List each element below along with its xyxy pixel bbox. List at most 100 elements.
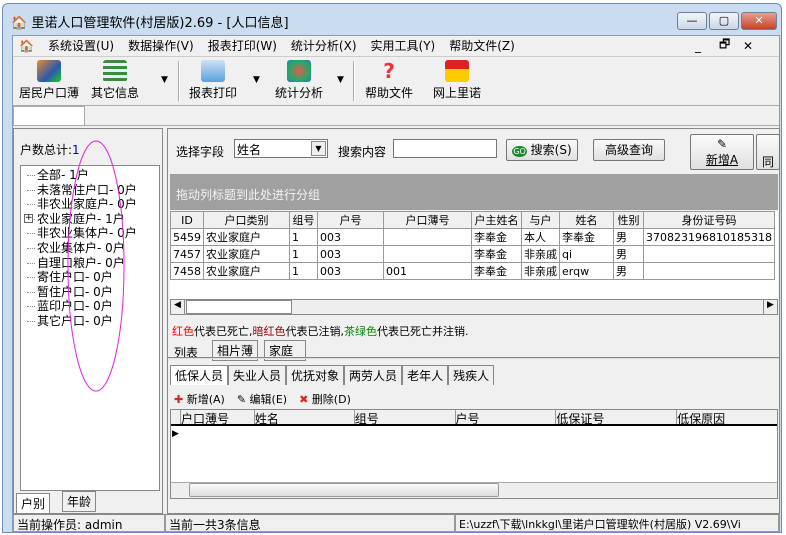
field-select[interactable]: 姓名 ▼ bbox=[234, 139, 328, 158]
sub-add-button[interactable]: ✚ 新增(A) bbox=[174, 391, 225, 407]
table-cell[interactable]: 李奉金 bbox=[471, 262, 522, 280]
table-cell[interactable]: 003 bbox=[317, 262, 384, 280]
table-cell[interactable]: erqw bbox=[559, 262, 614, 280]
scroll-thumb[interactable] bbox=[189, 483, 499, 497]
column-header[interactable]: 户号 bbox=[317, 211, 384, 229]
close-button[interactable]: ✕ bbox=[741, 12, 777, 30]
column-header[interactable]: 户口薄号 bbox=[383, 211, 472, 229]
search-button[interactable]: GO 搜索(S) bbox=[506, 139, 578, 161]
table-row[interactable]: 7458 农业家庭户 1 003 001 李奉金 非亲戚 erqw 男 bbox=[170, 262, 775, 280]
menu-system[interactable]: 系统设置(U) bbox=[48, 37, 114, 54]
table-cell[interactable]: 001 bbox=[383, 262, 472, 280]
table-cell[interactable]: 李奉金 bbox=[471, 228, 522, 246]
other-info-button[interactable]: 其它信息 bbox=[91, 60, 139, 101]
same-household-button[interactable]: 同户 bbox=[756, 134, 780, 170]
table-cell[interactable]: 1 bbox=[289, 228, 318, 246]
column-header[interactable]: 身份证号码 bbox=[643, 211, 775, 229]
horizontal-scrollbar[interactable]: ◀ ▶ bbox=[170, 299, 778, 315]
tab-age[interactable]: 年龄 bbox=[62, 491, 97, 512]
mdi-close[interactable]: ✕ bbox=[743, 39, 753, 53]
mdi-minimize[interactable]: _ bbox=[695, 39, 701, 53]
table-cell[interactable] bbox=[643, 245, 775, 263]
sub-delete-button[interactable]: ✖ 删除(D) bbox=[299, 391, 351, 407]
table-cell[interactable]: 1 bbox=[289, 245, 318, 263]
menu-help[interactable]: 帮助文件(Z) bbox=[449, 37, 515, 54]
table-cell[interactable]: 370823196810185318 bbox=[643, 228, 775, 246]
search-input[interactable] bbox=[393, 139, 497, 158]
stats-dropdown[interactable]: ▼ bbox=[337, 75, 344, 85]
table-row[interactable]: 5459 农业家庭户 1 003 李奉金 本人 李奉金男 370823196810185318 bbox=[170, 228, 775, 246]
menu-tools[interactable]: 实用工具(Y) bbox=[371, 37, 436, 54]
col-header[interactable]: 户号 bbox=[456, 410, 557, 426]
table-cell[interactable]: 农业家庭户 bbox=[203, 262, 290, 280]
table-cell[interactable]: 男 bbox=[613, 228, 644, 246]
table-cell[interactable] bbox=[643, 262, 775, 280]
column-header[interactable]: 户主姓名 bbox=[471, 211, 522, 229]
advanced-search-button[interactable]: 高级查询 bbox=[593, 139, 665, 161]
minimize-button[interactable]: — bbox=[677, 12, 707, 30]
column-header[interactable]: 与户 bbox=[521, 211, 560, 229]
tab-list[interactable]: 列表 bbox=[172, 341, 200, 364]
website-button[interactable]: 网上里诺 bbox=[433, 60, 481, 101]
column-header[interactable]: 户口类别 bbox=[203, 211, 290, 229]
menu-data[interactable]: 数据操作(V) bbox=[128, 37, 194, 54]
maximize-button[interactable]: ▢ bbox=[709, 12, 739, 30]
table-cell[interactable]: 李奉金 bbox=[471, 245, 522, 263]
scroll-thumb[interactable] bbox=[186, 300, 292, 314]
table-cell[interactable]: 7458 bbox=[170, 262, 204, 280]
table-cell[interactable]: qi bbox=[559, 245, 614, 263]
table-cell[interactable]: 非亲戚 bbox=[521, 245, 560, 263]
sub-edit-button[interactable]: ✎ 编辑(E) bbox=[237, 391, 287, 407]
column-header[interactable]: 姓名 bbox=[559, 211, 614, 229]
col-header[interactable]: 姓名 bbox=[255, 410, 355, 426]
col-header[interactable]: 低保原因 bbox=[677, 410, 777, 426]
table-cell[interactable] bbox=[383, 245, 472, 263]
table-cell[interactable]: 非亲戚 bbox=[521, 262, 560, 280]
mdi-restore[interactable]: 🗗 bbox=[719, 35, 730, 56]
tab-special-care[interactable]: 优抚对象 bbox=[286, 365, 345, 385]
table-cell[interactable]: 本人 bbox=[521, 228, 560, 246]
app-window: 🏠 里诺人口管理软件(村居版)2.69 - [人口信息] — ▢ ✕ 🏠 系统设… bbox=[2, 3, 782, 533]
sub-horizontal-scrollbar[interactable] bbox=[171, 482, 777, 498]
table-cell[interactable]: 农业家庭户 bbox=[203, 245, 290, 263]
scroll-left-icon[interactable]: ◀ bbox=[171, 300, 185, 314]
tab-household-type[interactable]: 户别 bbox=[16, 493, 51, 513]
category-tree[interactable]: 全部- 1户 未落常住户口- 0户 非农业家庭户- 0户 + 农业家庭户- 1户 … bbox=[20, 140, 160, 491]
table-cell[interactable]: 5459 bbox=[170, 228, 204, 246]
sub-toolbar: ✚ 新增(A) ✎ 编辑(E) ✖ 删除(D) bbox=[174, 391, 351, 407]
col-header[interactable]: 户口薄号 bbox=[181, 410, 255, 426]
table-cell[interactable]: 李奉金 bbox=[559, 228, 614, 246]
app-icon: 🏠 bbox=[11, 16, 28, 31]
column-header[interactable]: ID bbox=[170, 211, 204, 229]
tab-disabled[interactable]: 残疾人 bbox=[448, 365, 495, 385]
chevron-down-icon[interactable]: ▼ bbox=[311, 141, 326, 156]
add-button[interactable]: ✎ 新增A bbox=[690, 134, 754, 170]
stats-button[interactable]: 统计分析 bbox=[275, 60, 323, 101]
col-header[interactable]: 组号 bbox=[355, 410, 456, 426]
tab-ex-convicts[interactable]: 两劳人员 bbox=[344, 365, 403, 385]
residents-button[interactable]: 居民户口薄 bbox=[19, 60, 79, 101]
other-info-dropdown[interactable]: ▼ bbox=[161, 75, 168, 85]
table-cell[interactable]: 7457 bbox=[170, 245, 204, 263]
col-header[interactable]: 低保证号 bbox=[556, 410, 678, 426]
table-cell[interactable]: 003 bbox=[317, 245, 384, 263]
menu-stats[interactable]: 统计分析(X) bbox=[291, 37, 357, 54]
column-header[interactable]: 组号 bbox=[289, 211, 318, 229]
doc-tab[interactable] bbox=[13, 106, 85, 126]
table-cell[interactable]: 1 bbox=[289, 262, 318, 280]
scroll-right-icon[interactable]: ▶ bbox=[763, 300, 777, 314]
table-cell[interactable]: 003 bbox=[317, 228, 384, 246]
report-dropdown[interactable]: ▼ bbox=[253, 75, 260, 85]
table-cell[interactable]: 农业家庭户 bbox=[203, 228, 290, 246]
table-cell[interactable]: 男 bbox=[613, 262, 644, 280]
help-button[interactable]: ? 帮助文件 bbox=[365, 60, 413, 101]
menu-report[interactable]: 报表打印(W) bbox=[208, 37, 277, 54]
table-cell[interactable] bbox=[383, 228, 472, 246]
table-cell[interactable]: 男 bbox=[613, 245, 644, 263]
table-row[interactable]: 7457 农业家庭户 1 003 李奉金 非亲戚 qi 男 bbox=[170, 245, 775, 263]
column-header[interactable]: 性别 bbox=[613, 211, 644, 229]
tab-elderly[interactable]: 老年人 bbox=[402, 365, 449, 385]
tab-unemployed[interactable]: 失业人员 bbox=[228, 365, 287, 385]
tab-low-income[interactable]: 低保人员 bbox=[170, 365, 229, 385]
report-print-button[interactable]: 报表打印 bbox=[189, 60, 237, 101]
